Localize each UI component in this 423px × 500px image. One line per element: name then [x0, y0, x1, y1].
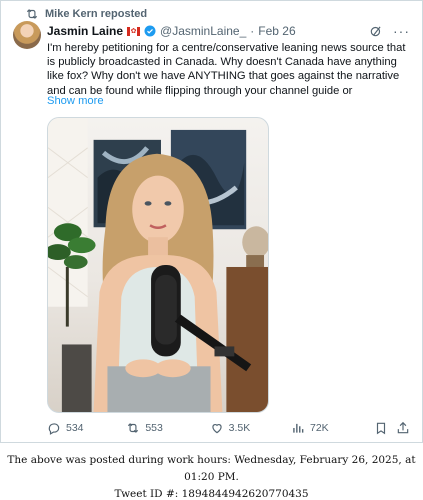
tweet-text: I'm hereby petitioning for a centre/cons…: [47, 42, 406, 97]
like-count: 3.5K: [228, 422, 251, 434]
like-button[interactable]: 3.5K: [210, 421, 291, 435]
reply-count: 534: [66, 422, 84, 434]
bookmark-button[interactable]: [374, 421, 396, 435]
reply-button[interactable]: 534: [47, 421, 126, 435]
repost-icon: [128, 423, 139, 433]
share-button[interactable]: [396, 421, 412, 435]
verified-badge-icon: [144, 25, 156, 37]
header-separator: ·: [250, 24, 255, 38]
canada-flag-icon: ✿: [127, 26, 141, 36]
footer-tweet-id: Tweet ID #: 1894844942620770435: [114, 488, 309, 500]
repost-label: Mike Kern reposted: [45, 8, 148, 20]
repost-count: 553: [145, 422, 163, 434]
views-button[interactable]: 72K: [291, 421, 374, 435]
media-illustration: [48, 118, 268, 412]
repost-icon: [26, 9, 38, 19]
repost-context[interactable]: Mike Kern reposted: [25, 7, 147, 21]
bookmark-icon: [377, 422, 386, 435]
reply-icon: [48, 423, 60, 435]
author-handle[interactable]: @JasminLaine_: [160, 24, 246, 38]
author-name[interactable]: Jasmin Laine: [47, 24, 123, 38]
tweet-header: Jasmin Laine ✿ @JasminLaine_ · Feb 26 ··…: [47, 23, 410, 39]
view-count: 72K: [309, 422, 329, 434]
more-icon[interactable]: ···: [393, 24, 410, 38]
footer-posted-line: The above was posted during work hours: …: [7, 454, 416, 483]
tweet-actions: 534 553 3.5K 72K: [47, 419, 412, 437]
tweet-card[interactable]: Mike Kern reposted Jasmin Laine ✿ @Jasmi…: [0, 0, 423, 443]
show-more-link[interactable]: Show more: [47, 95, 104, 107]
repost-button[interactable]: 553: [126, 421, 209, 435]
heart-icon: [211, 424, 222, 434]
archive-footer: The above was posted during work hours: …: [0, 452, 423, 500]
tweet-media-image[interactable]: [47, 117, 269, 413]
post-date[interactable]: Feb 26: [258, 24, 295, 38]
share-icon: [397, 421, 409, 434]
avatar[interactable]: [13, 21, 41, 49]
grok-icon[interactable]: [369, 24, 383, 38]
views-icon: [293, 423, 304, 433]
